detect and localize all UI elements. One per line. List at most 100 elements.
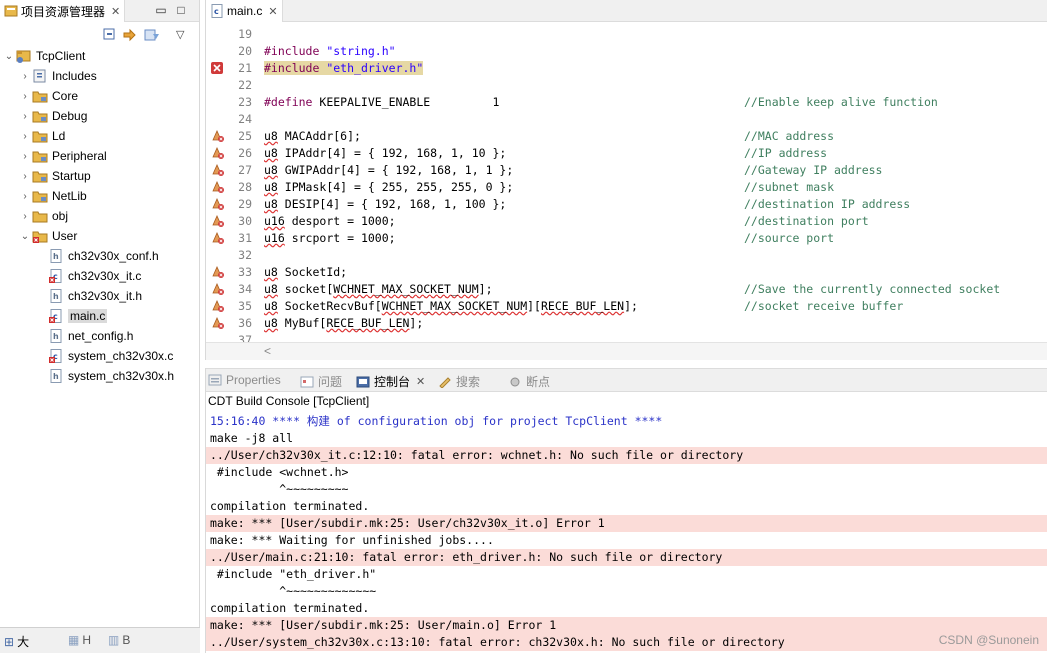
tree-item-ch32v30x-conf-h[interactable]: h ch32v30x_conf.h xyxy=(0,246,200,266)
chevron-right-icon[interactable]: › xyxy=(18,211,32,222)
code-line[interactable]: 34 u8 socket[WCHNET_MAX_SOCKET_NUM]; //Sav… xyxy=(206,281,1047,298)
chevron-down-icon[interactable]: ⌄ xyxy=(2,51,16,62)
code-line[interactable]: 30 u16 desport = 1000; //destination port xyxy=(206,213,1047,230)
code-line[interactable]: 35 u8 SocketRecvBuf[WCHNET_MAX_SOCKET_NUM… xyxy=(206,298,1047,315)
chevron-right-icon[interactable]: › xyxy=(18,171,32,182)
close-icon[interactable]: ✕ xyxy=(111,5,120,18)
minimize-icon[interactable]: ▭ xyxy=(154,3,168,17)
chevron-right-icon[interactable]: › xyxy=(18,131,32,142)
tree-item-includes[interactable]: › Includes xyxy=(0,66,200,86)
tree-item-label: main.c xyxy=(68,309,108,323)
project-explorer-icon xyxy=(4,4,18,18)
properties-icon xyxy=(208,374,222,386)
code-comment: //Gateway IP address xyxy=(744,163,883,177)
code-line[interactable]: 31 u16 srcport = 1000; //source port xyxy=(206,230,1047,247)
chevron-right-icon[interactable]: › xyxy=(18,91,32,102)
chevron-right-icon[interactable]: › xyxy=(18,71,32,82)
tab-console[interactable]: 控制台 ✕ xyxy=(356,373,425,390)
tree-item-label: Includes xyxy=(52,69,97,83)
explorer-tab-strip: 项目资源管理器 ✕ ▭ □ xyxy=(0,0,199,22)
tab-include-browser[interactable]: ▦ H xyxy=(68,633,91,647)
code-line[interactable]: 36 u8 MyBuf[RECE_BUF_LEN]; xyxy=(206,315,1047,332)
warning-marker-icon[interactable] xyxy=(210,316,224,330)
warning-marker-icon[interactable] xyxy=(210,163,224,177)
code-line[interactable]: 19 xyxy=(206,26,1047,43)
tree-item-debug[interactable]: › Debug xyxy=(0,106,200,126)
tree-item-tcpclient[interactable]: ⌄ TcpClient xyxy=(0,46,200,66)
code-line[interactable]: 21 #include "eth_driver.h" xyxy=(206,60,1047,77)
tree-item-ch32v30x-it-h[interactable]: h ch32v30x_it.h xyxy=(0,286,200,306)
tab-main-c[interactable]: c main.c ✕ xyxy=(206,0,283,22)
warning-marker-icon[interactable] xyxy=(210,197,224,211)
link-with-editor-icon[interactable] xyxy=(122,28,138,42)
close-icon[interactable]: ✕ xyxy=(416,375,425,388)
tab-breakpoints[interactable]: 断点 xyxy=(508,373,550,390)
close-icon[interactable]: ✕ xyxy=(268,5,277,18)
scroll-left-icon[interactable]: < xyxy=(264,344,271,358)
warning-marker-icon[interactable] xyxy=(210,180,224,194)
tab-build-label: B xyxy=(122,633,131,647)
chevron-down-icon[interactable]: ⌄ xyxy=(18,231,32,242)
code-line[interactable]: 33 u8 SocketId; xyxy=(206,264,1047,281)
console-error-line: ../User/ch32v30x_it.c:12:10: fatal error… xyxy=(206,447,1047,464)
warning-marker-icon[interactable] xyxy=(210,129,224,143)
folder-icon xyxy=(32,129,48,143)
code-editor[interactable]: 19 20 #include "string.h" 21 #include "eth_d… xyxy=(206,26,1047,342)
code-line[interactable]: 20 #include "string.h" xyxy=(206,43,1047,60)
tab-problems[interactable]: 问题 xyxy=(300,373,342,390)
warning-marker-icon[interactable] xyxy=(210,214,224,228)
tree-item-core[interactable]: › Core xyxy=(0,86,200,106)
code-line[interactable]: 23 #define KEEPALIVE_ENABLE 1 //Enable kee… xyxy=(206,94,1047,111)
code-line[interactable]: 22 xyxy=(206,77,1047,94)
warning-marker-icon[interactable] xyxy=(210,146,224,160)
tree-item-obj[interactable]: › obj xyxy=(0,206,200,226)
filter-icon[interactable] xyxy=(144,28,160,42)
console-error-line: ../User/system_ch32v30x.c:13:10: fatal e… xyxy=(206,634,1047,651)
tab-search[interactable]: 搜索 xyxy=(438,373,480,390)
console-line: ^~~~~~~~~~~~~~ xyxy=(210,584,377,598)
tab-project-explorer[interactable]: 项目资源管理器 ✕ xyxy=(0,0,126,22)
chevron-right-icon[interactable]: › xyxy=(18,151,32,162)
code-line[interactable]: 26 u8 IPAddr[4] = { 192, 168, 1, 10 }; //I… xyxy=(206,145,1047,162)
tree-item-netlib[interactable]: › NetLib xyxy=(0,186,200,206)
folder-icon xyxy=(32,89,48,103)
code-line[interactable]: 25 u8 MACAddr[6]; //MAC address xyxy=(206,128,1047,145)
tab-outline[interactable]: ⊞ 大 xyxy=(4,633,29,650)
tab-build-targets[interactable]: ▥ B xyxy=(108,633,130,647)
code-line[interactable]: 29 u8 DESIP[4] = { 192, 168, 1, 100 }; //d… xyxy=(206,196,1047,213)
tree-item-system-ch32v30x-c[interactable]: c system_ch32v30x.c xyxy=(0,346,200,366)
console-error-line: make: *** [User/subdir.mk:25: User/ch32v… xyxy=(206,515,1047,532)
view-menu-icon[interactable]: ▽ xyxy=(176,28,192,42)
console-line: compilation terminated. xyxy=(210,601,370,615)
error-marker-icon[interactable] xyxy=(210,61,224,75)
tree-item-ch32v30x-it-c[interactable]: c ch32v30x_it.c xyxy=(0,266,200,286)
console-output[interactable]: 15:16:40 **** 构建 of configuration obj fo… xyxy=(206,413,1047,653)
tree-item-user[interactable]: ⌄ User xyxy=(0,226,200,246)
chevron-right-icon[interactable]: › xyxy=(18,111,32,122)
tree-item-startup[interactable]: › Startup xyxy=(0,166,200,186)
tab-label: Properties xyxy=(226,373,281,387)
warning-marker-icon[interactable] xyxy=(210,231,224,245)
collapse-all-icon[interactable] xyxy=(102,28,118,42)
code-line[interactable]: 28 u8 IPMask[4] = { 255, 255, 255, 0 }; //… xyxy=(206,179,1047,196)
horizontal-scrollbar[interactable]: < xyxy=(206,342,1047,360)
tab-label: 控制台 xyxy=(374,375,411,389)
c-file-error-icon: c xyxy=(48,349,64,363)
code-line[interactable]: 37 xyxy=(206,332,1047,342)
code-line[interactable]: 27 u8 GWIPAddr[4] = { 192, 168, 1, 1 }; //… xyxy=(206,162,1047,179)
tree-item-net-config-h[interactable]: h net_config.h xyxy=(0,326,200,346)
tree-item-main-c[interactable]: c main.c xyxy=(0,306,200,326)
tab-properties[interactable]: Properties xyxy=(208,373,281,387)
warning-marker-icon[interactable] xyxy=(210,282,224,296)
console-line: #include <wchnet.h> xyxy=(210,465,349,479)
warning-marker-icon[interactable] xyxy=(210,265,224,279)
tree-item-peripheral[interactable]: › Peripheral xyxy=(0,146,200,166)
tree-item-system-ch32v30x-h[interactable]: h system_ch32v30x.h xyxy=(0,366,200,386)
tree-item-ld[interactable]: › Ld xyxy=(0,126,200,146)
code-line[interactable]: 24 xyxy=(206,111,1047,128)
code-line[interactable]: 32 xyxy=(206,247,1047,264)
chevron-right-icon[interactable]: › xyxy=(18,191,32,202)
warning-marker-icon[interactable] xyxy=(210,299,224,313)
maximize-icon[interactable]: □ xyxy=(174,3,188,17)
code-text: u8 IPMask[4] = { 255, 255, 255, 0 }; xyxy=(264,180,514,194)
